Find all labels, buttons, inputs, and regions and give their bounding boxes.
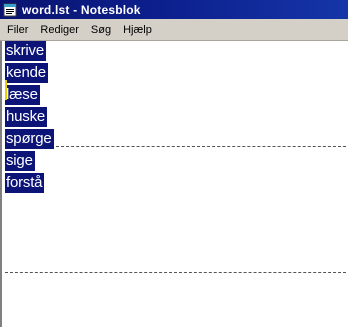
text-caret xyxy=(5,80,7,100)
notepad-icon[interactable] xyxy=(3,3,17,17)
dashed-separator xyxy=(56,146,346,147)
text-line: spørge xyxy=(5,128,54,150)
selected-word: spørge xyxy=(5,129,54,149)
selected-word: sige xyxy=(5,151,35,171)
selected-word: huske xyxy=(5,107,48,127)
text-line: huske xyxy=(5,106,54,128)
menu-sog[interactable]: Søg xyxy=(86,24,116,36)
selected-word: skrive xyxy=(5,41,46,61)
text-content[interactable]: skrive kende læse huske spørge sige fors… xyxy=(5,40,54,194)
title-bar[interactable]: word.lst - Notesblok xyxy=(0,0,348,19)
text-line: kende xyxy=(5,62,54,84)
text-line: forstå xyxy=(5,172,54,194)
dashed-separator xyxy=(5,272,346,273)
text-line: skrive xyxy=(5,40,54,62)
menu-bar: Filer Rediger Søg Hjælp xyxy=(0,19,348,41)
menu-filer[interactable]: Filer xyxy=(2,24,33,36)
notepad-window: word.lst - Notesblok Filer Rediger Søg H… xyxy=(0,0,348,327)
selected-word: læse xyxy=(5,85,40,105)
selected-word: forstå xyxy=(5,173,45,193)
menu-rediger[interactable]: Rediger xyxy=(35,24,84,36)
selected-word: kende xyxy=(5,63,48,83)
window-title: word.lst - Notesblok xyxy=(22,2,141,17)
menu-hjaelp[interactable]: Hjælp xyxy=(118,24,157,36)
text-line: sige xyxy=(5,150,54,172)
text-line: læse xyxy=(5,84,54,106)
